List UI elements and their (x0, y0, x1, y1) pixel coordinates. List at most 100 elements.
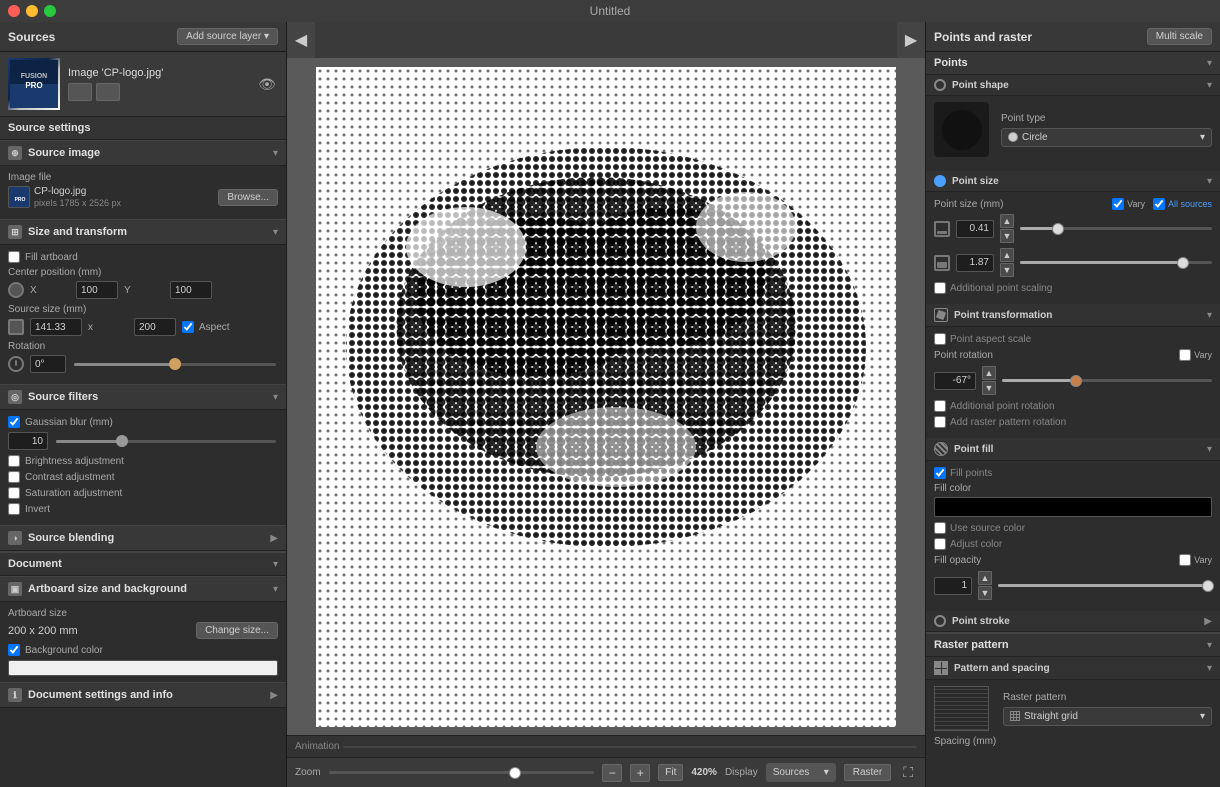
artboard-icon: ▣ (8, 582, 22, 596)
titlebar: Untitled (0, 0, 1220, 22)
aspect-scale-checkbox[interactable] (934, 333, 946, 345)
saturation-checkbox[interactable] (8, 487, 20, 499)
artboard-title: Artboard size and background (28, 583, 187, 595)
point-shape-chevron: ▾ (1207, 80, 1212, 91)
source-filters-header[interactable]: ◎ Source filters ▾ (0, 384, 286, 410)
all-sources-checkbox[interactable] (1153, 198, 1165, 210)
height-input[interactable] (134, 318, 176, 336)
rotation-input[interactable] (30, 355, 66, 373)
close-dot[interactable] (8, 5, 20, 17)
rotation-up[interactable]: ▲ (982, 366, 996, 380)
pattern-spacing-header[interactable]: Pattern and spacing ▾ (926, 657, 1220, 680)
opacity-vary-checkbox[interactable] (1179, 554, 1191, 566)
browse-button[interactable]: Browse... (218, 189, 278, 206)
additional-scaling-checkbox[interactable] (934, 282, 946, 294)
fill-artboard-checkbox[interactable] (8, 251, 20, 263)
svg-text:PRO: PRO (25, 81, 42, 90)
next-nav-button[interactable]: ▶ (897, 22, 925, 58)
eye-button[interactable]: 👁 (256, 73, 278, 95)
point-stroke-header[interactable]: Point stroke ▶ (926, 611, 1220, 632)
use-source-color-checkbox[interactable] (934, 522, 946, 534)
fit-button[interactable]: Fit (658, 764, 683, 781)
bg-color-checkbox[interactable] (8, 644, 20, 656)
rotation-down[interactable]: ▼ (982, 381, 996, 395)
x2-label: x (88, 322, 128, 333)
opacity-up[interactable]: ▲ (978, 571, 992, 585)
width-input[interactable] (30, 318, 82, 336)
size-up-2[interactable]: ▲ (1000, 248, 1014, 262)
opacity-stepper: ▲ ▼ (978, 571, 992, 600)
rotation-slider-track[interactable] (1002, 379, 1212, 382)
y-input[interactable] (170, 281, 212, 299)
size-input-2[interactable] (956, 254, 994, 272)
right-panel-header: Points and raster Multi scale (926, 22, 1220, 52)
fill-color-swatch[interactable] (934, 497, 1212, 517)
vary-rotation-checkbox[interactable] (1179, 349, 1191, 361)
zoom-minus-button[interactable]: − (602, 764, 622, 782)
stepper-1: ▲ ▼ (1000, 214, 1014, 243)
points-section-header[interactable]: Points ▾ (926, 52, 1220, 75)
size-up-1[interactable]: ▲ (1000, 214, 1014, 228)
point-fill-header[interactable]: Point fill ▾ (926, 438, 1220, 461)
canvas-area[interactable] (287, 58, 925, 735)
rotation-deg-input[interactable] (934, 372, 976, 390)
zoom-dot[interactable] (44, 5, 56, 17)
size-down-2[interactable]: ▼ (1000, 263, 1014, 277)
multi-scale-button[interactable]: Multi scale (1147, 28, 1212, 45)
opacity-input[interactable] (934, 577, 972, 595)
minimize-dot[interactable] (26, 5, 38, 17)
vary-checkbox[interactable] (1112, 198, 1124, 210)
source-blending-header[interactable]: ◑ Source blending ▶ (0, 525, 286, 551)
zoom-plus-button[interactable]: + (630, 764, 650, 782)
adjust-color-checkbox[interactable] (934, 538, 946, 550)
invert-checkbox[interactable] (8, 503, 20, 515)
artboard-header[interactable]: ▣ Artboard size and background ▾ (0, 576, 286, 602)
animation-bar: Animation (287, 735, 925, 757)
blur-slider[interactable] (56, 440, 276, 443)
raster-pattern-header[interactable]: Raster pattern ▾ (926, 632, 1220, 657)
display-select[interactable]: Sources ▾ (766, 763, 836, 782)
source-image-header[interactable]: ⊕ Source image ▾ (0, 140, 286, 166)
size-slider-1[interactable] (1020, 227, 1212, 230)
use-source-color-label: Use source color (950, 523, 1025, 534)
opacity-slider[interactable] (998, 584, 1212, 587)
document-settings-header[interactable]: ℹ Document settings and info ▶ (0, 682, 286, 708)
size-slider-2[interactable] (1020, 261, 1212, 264)
halftone-svg (316, 67, 896, 727)
point-type-row: Point type Circle ▾ (934, 102, 1212, 157)
contrast-checkbox[interactable] (8, 471, 20, 483)
adjust-color-label: Adjust color (950, 539, 1002, 550)
change-size-button[interactable]: Change size... (196, 622, 278, 639)
source-btn-1[interactable] (68, 83, 92, 101)
bg-color-swatch[interactable] (8, 660, 278, 676)
prev-nav-button[interactable]: ◀ (287, 22, 315, 58)
size-down-1[interactable]: ▼ (1000, 229, 1014, 243)
zoom-slider-track[interactable] (329, 771, 595, 774)
source-filters-chevron: ▾ (273, 392, 278, 403)
gaussian-blur-checkbox[interactable] (8, 416, 20, 428)
document-header[interactable]: Document ▾ (0, 551, 286, 576)
point-shape-header[interactable]: Point shape ▾ (926, 75, 1220, 96)
opacity-down[interactable]: ▼ (978, 586, 992, 600)
raster-button[interactable]: Raster (844, 764, 891, 781)
aspect-checkbox[interactable] (182, 321, 194, 333)
add-source-button[interactable]: Add source layer ▾ (177, 28, 278, 45)
point-transformation-header[interactable]: Point transformation ▾ (926, 304, 1220, 327)
blur-input[interactable] (8, 432, 48, 450)
brightness-label: Brightness adjustment (25, 456, 124, 467)
source-item: FUSION PRO Image 'CP-logo.jpg' 👁 (0, 52, 286, 117)
rotation-slider[interactable] (74, 363, 276, 366)
point-type-select[interactable]: Circle ▾ (1001, 128, 1212, 147)
size-input-1[interactable] (956, 220, 994, 238)
source-btn-2[interactable] (96, 83, 120, 101)
size-transform-header[interactable]: ⊞ Size and transform ▾ (0, 219, 286, 245)
doc-settings-icon: ℹ (8, 688, 22, 702)
fullscreen-button[interactable]: ⛶ (899, 762, 917, 783)
brightness-checkbox[interactable] (8, 455, 20, 467)
raster-pattern-select[interactable]: Straight grid ▾ (1003, 707, 1212, 726)
fill-points-checkbox[interactable] (934, 467, 946, 479)
x-input[interactable] (76, 281, 118, 299)
point-size-header[interactable]: Point size ▾ (926, 171, 1220, 192)
additional-rotation-checkbox[interactable] (934, 400, 946, 412)
add-raster-rotation-checkbox[interactable] (934, 416, 946, 428)
